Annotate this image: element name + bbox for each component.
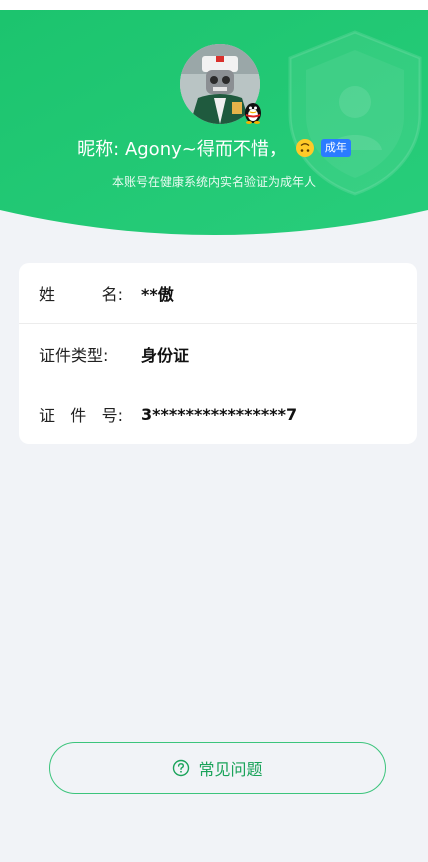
id-number-value: 3****************7 xyxy=(141,404,298,424)
identity-info-card: 姓 名: **傲 证件类型: 身份证 证 件 号: 3*************… xyxy=(19,263,417,444)
faq-label: 常见问题 xyxy=(198,760,263,779)
nickname-row: 昵称: Agony~得而不惜， 成年 xyxy=(0,134,428,162)
id-type-row: 证件类型: 身份证 xyxy=(19,324,417,384)
verify-tip: 本账号在健康系统内实名验证为成年人 xyxy=(111,175,316,189)
question-circle-icon xyxy=(173,759,190,777)
adult-badge: 成年 xyxy=(320,139,351,157)
qq-penguin-icon xyxy=(245,103,261,124)
id-number-label: 证 件 号: xyxy=(39,406,123,425)
profile-header: 昵称: Agony~得而不惜， 成年 本账号在健康系统内实名验证为成年人 xyxy=(0,10,428,238)
faq-button[interactable]: 常见问题 xyxy=(49,742,386,794)
id-number-row: 证 件 号: 3****************7 xyxy=(19,384,417,444)
nickname-text: 昵称: Agony~得而不惜， xyxy=(77,139,287,160)
name-label: 姓 名: xyxy=(39,285,123,304)
id-type-value: 身份证 xyxy=(141,346,190,365)
status-bar-area xyxy=(0,0,428,10)
upside-down-face-icon xyxy=(295,139,314,157)
name-value: **傲 xyxy=(141,285,174,304)
id-type-label: 证件类型: xyxy=(39,346,109,365)
name-row: 姓 名: **傲 xyxy=(19,263,417,323)
